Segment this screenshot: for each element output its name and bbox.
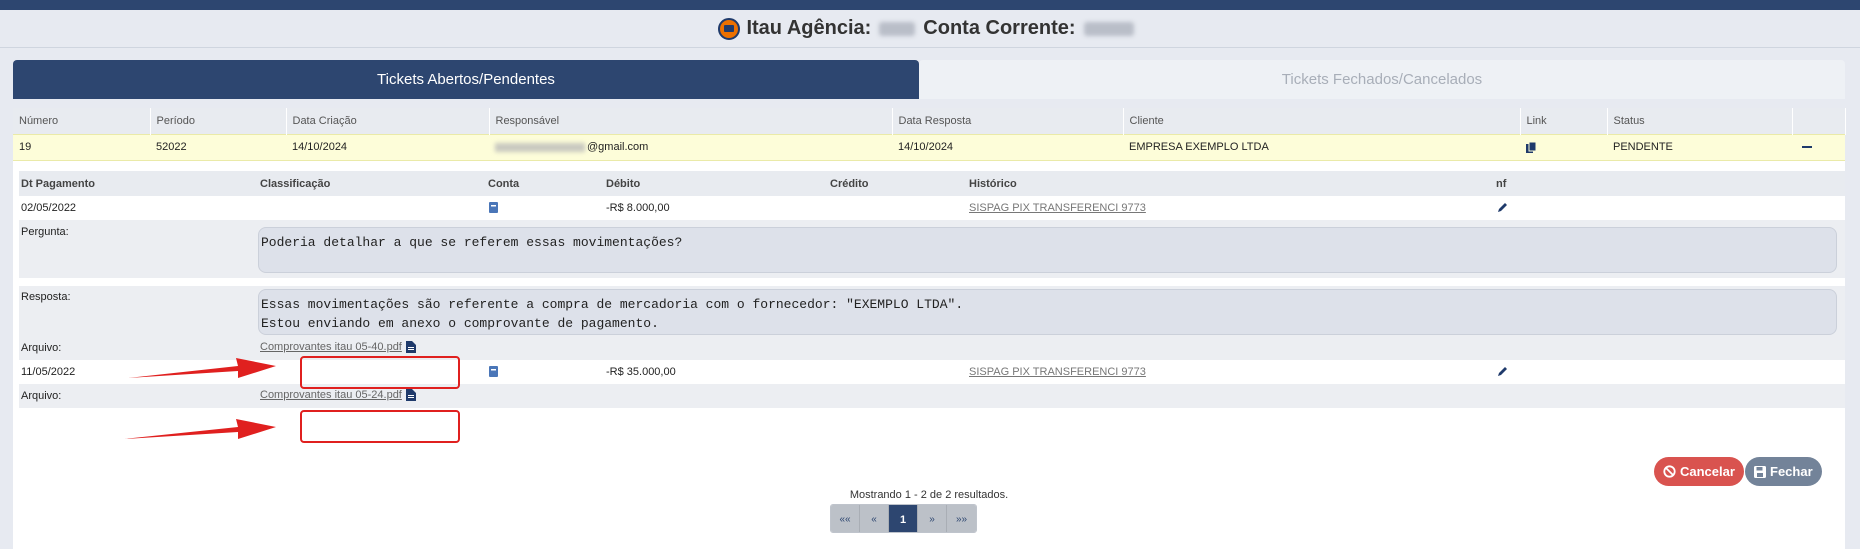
attachment-row-1: Arquivo: Comprovantes itau 05-40.pdf: [19, 336, 1845, 360]
agency-label: Itau Agência:: [746, 17, 872, 39]
movement-history-link[interactable]: SISPAG PIX TRANSFERENCI 9773: [969, 202, 1146, 214]
page-prev-button[interactable]: «: [860, 505, 889, 532]
attachment-row-2: Arquivo: Comprovantes itau 05-24.pdf: [19, 384, 1845, 408]
tickets-header-row: Número Período Data Criação Responsável …: [13, 108, 1846, 134]
pagination: «« « 1 » »»: [830, 504, 977, 533]
col-dt-pagamento: Dt Pagamento: [21, 178, 95, 190]
edit-pencil-icon[interactable]: [1497, 366, 1508, 377]
cancel-button[interactable]: Cancelar: [1654, 457, 1744, 486]
tab-closed-tickets[interactable]: Tickets Fechados/Cancelados: [919, 60, 1845, 99]
col-credito: Crédito: [830, 178, 869, 190]
cell-cliente: EMPRESA EXEMPLO LTDA: [1123, 133, 1520, 161]
movement-history-link[interactable]: SISPAG PIX TRANSFERENCI 9773: [969, 366, 1146, 378]
page-header: Itau Agência: Conta Corrente:: [0, 10, 1860, 48]
account-book-icon[interactable]: [489, 366, 498, 377]
annotation-highlight-1: [300, 356, 460, 389]
tickets-panel: Número Período Data Criação Responsável …: [13, 108, 1846, 549]
attachment-item: Comprovantes itau 05-24.pdf: [260, 389, 416, 402]
annotation-arrow-1: [128, 358, 276, 378]
cell-status: PENDENTE: [1607, 133, 1792, 161]
top-bar: [0, 0, 1860, 10]
annotation-arrow-2: [124, 419, 276, 439]
file-icon[interactable]: [405, 389, 416, 402]
col-periodo[interactable]: Período: [150, 108, 287, 134]
page-next-button[interactable]: »: [918, 505, 947, 532]
movements-header-row: Dt Pagamento Classificação Conta Débito …: [19, 171, 1845, 196]
page-title: Itau Agência: Conta Corrente:: [718, 17, 1141, 40]
col-actions: [1792, 108, 1846, 134]
email-redacted: [495, 142, 585, 152]
attachment-link[interactable]: Comprovantes itau 05-24.pdf: [260, 389, 402, 401]
collapse-minus-icon[interactable]: [1802, 146, 1812, 149]
col-historico: Histórico: [969, 178, 1017, 190]
col-link[interactable]: Link: [1520, 108, 1608, 134]
col-data-criacao[interactable]: Data Criação: [286, 108, 490, 134]
ban-icon: [1663, 465, 1676, 478]
movement-date: 11/05/2022: [21, 366, 76, 378]
attachment-label: Arquivo:: [21, 342, 62, 354]
cell-responsavel: @gmail.com: [489, 133, 892, 161]
bank-logo-icon: [718, 17, 741, 40]
attachment-label: Arquivo:: [21, 390, 62, 402]
pagination-info: Mostrando 1 - 2 de 2 resultados.: [849, 489, 1009, 501]
cell-link: [1520, 133, 1607, 161]
cell-data-resposta: 14/10/2024: [892, 133, 1123, 161]
save-icon: [1754, 465, 1766, 478]
col-nf: nf: [1496, 178, 1507, 190]
file-icon[interactable]: [405, 341, 416, 354]
col-numero[interactable]: Número: [13, 108, 151, 134]
attachment-link[interactable]: Comprovantes itau 05-40.pdf: [260, 341, 402, 353]
question-textarea[interactable]: Poderia detalhar a que se referem essas …: [258, 227, 1837, 273]
col-debito: Débito: [606, 178, 641, 190]
close-button-label: Fechar: [1770, 464, 1813, 479]
account-book-icon[interactable]: [489, 202, 498, 213]
answer-label: Resposta:: [21, 291, 71, 303]
col-classificacao: Classificação: [260, 178, 331, 190]
cancel-button-label: Cancelar: [1680, 464, 1735, 479]
col-status[interactable]: Status: [1607, 108, 1793, 134]
movement-debit: -R$ 8.000,00: [606, 202, 670, 214]
movement-debit: -R$ 35.000,00: [606, 366, 676, 378]
cell-data-criacao: 14/10/2024: [286, 133, 489, 161]
table-row[interactable]: 19 52022 14/10/2024 @gmail.com 14/10/202…: [13, 133, 1845, 161]
movement-date: 02/05/2022: [21, 202, 77, 214]
close-button[interactable]: Fechar: [1745, 457, 1822, 486]
movement-row-1[interactable]: 02/05/2022 -R$ 8.000,00 SISPAG PIX TRANS…: [19, 196, 1845, 220]
tab-open-tickets[interactable]: Tickets Abertos/Pendentes: [13, 60, 919, 99]
page-current-button[interactable]: 1: [889, 505, 918, 532]
col-data-resposta[interactable]: Data Resposta: [892, 108, 1124, 134]
edit-pencil-icon[interactable]: [1497, 202, 1508, 213]
col-conta: Conta: [488, 178, 520, 190]
account-label: Conta Corrente:: [923, 17, 1076, 39]
movement-row-2[interactable]: 11/05/2022 -R$ 35.000,00 SISPAG PIX TRAN…: [19, 360, 1845, 384]
copy-icon[interactable]: [1526, 141, 1536, 153]
answer-textarea[interactable]: Essas movimentações são referente a comp…: [258, 289, 1837, 335]
spacer: [19, 278, 1845, 286]
col-cliente[interactable]: Cliente: [1123, 108, 1521, 134]
account-number-redacted: [1083, 21, 1134, 36]
cell-numero: 19: [13, 133, 150, 161]
cell-periodo: 52022: [150, 133, 286, 161]
question-label: Pergunta:: [21, 226, 69, 238]
cell-collapse: [1792, 133, 1845, 161]
col-responsavel[interactable]: Responsável: [489, 108, 893, 134]
ticket-tabs: Tickets Abertos/Pendentes Tickets Fechad…: [13, 60, 1845, 99]
tickets-table: Número Período Data Criação Responsável …: [13, 108, 1846, 161]
annotation-highlight-2: [300, 410, 460, 443]
page-last-button[interactable]: »»: [947, 505, 976, 532]
agency-number-redacted: [879, 21, 916, 36]
attachment-item: Comprovantes itau 05-40.pdf: [260, 341, 416, 354]
page-first-button[interactable]: ««: [831, 505, 860, 532]
email-domain: @gmail.com: [587, 141, 649, 153]
